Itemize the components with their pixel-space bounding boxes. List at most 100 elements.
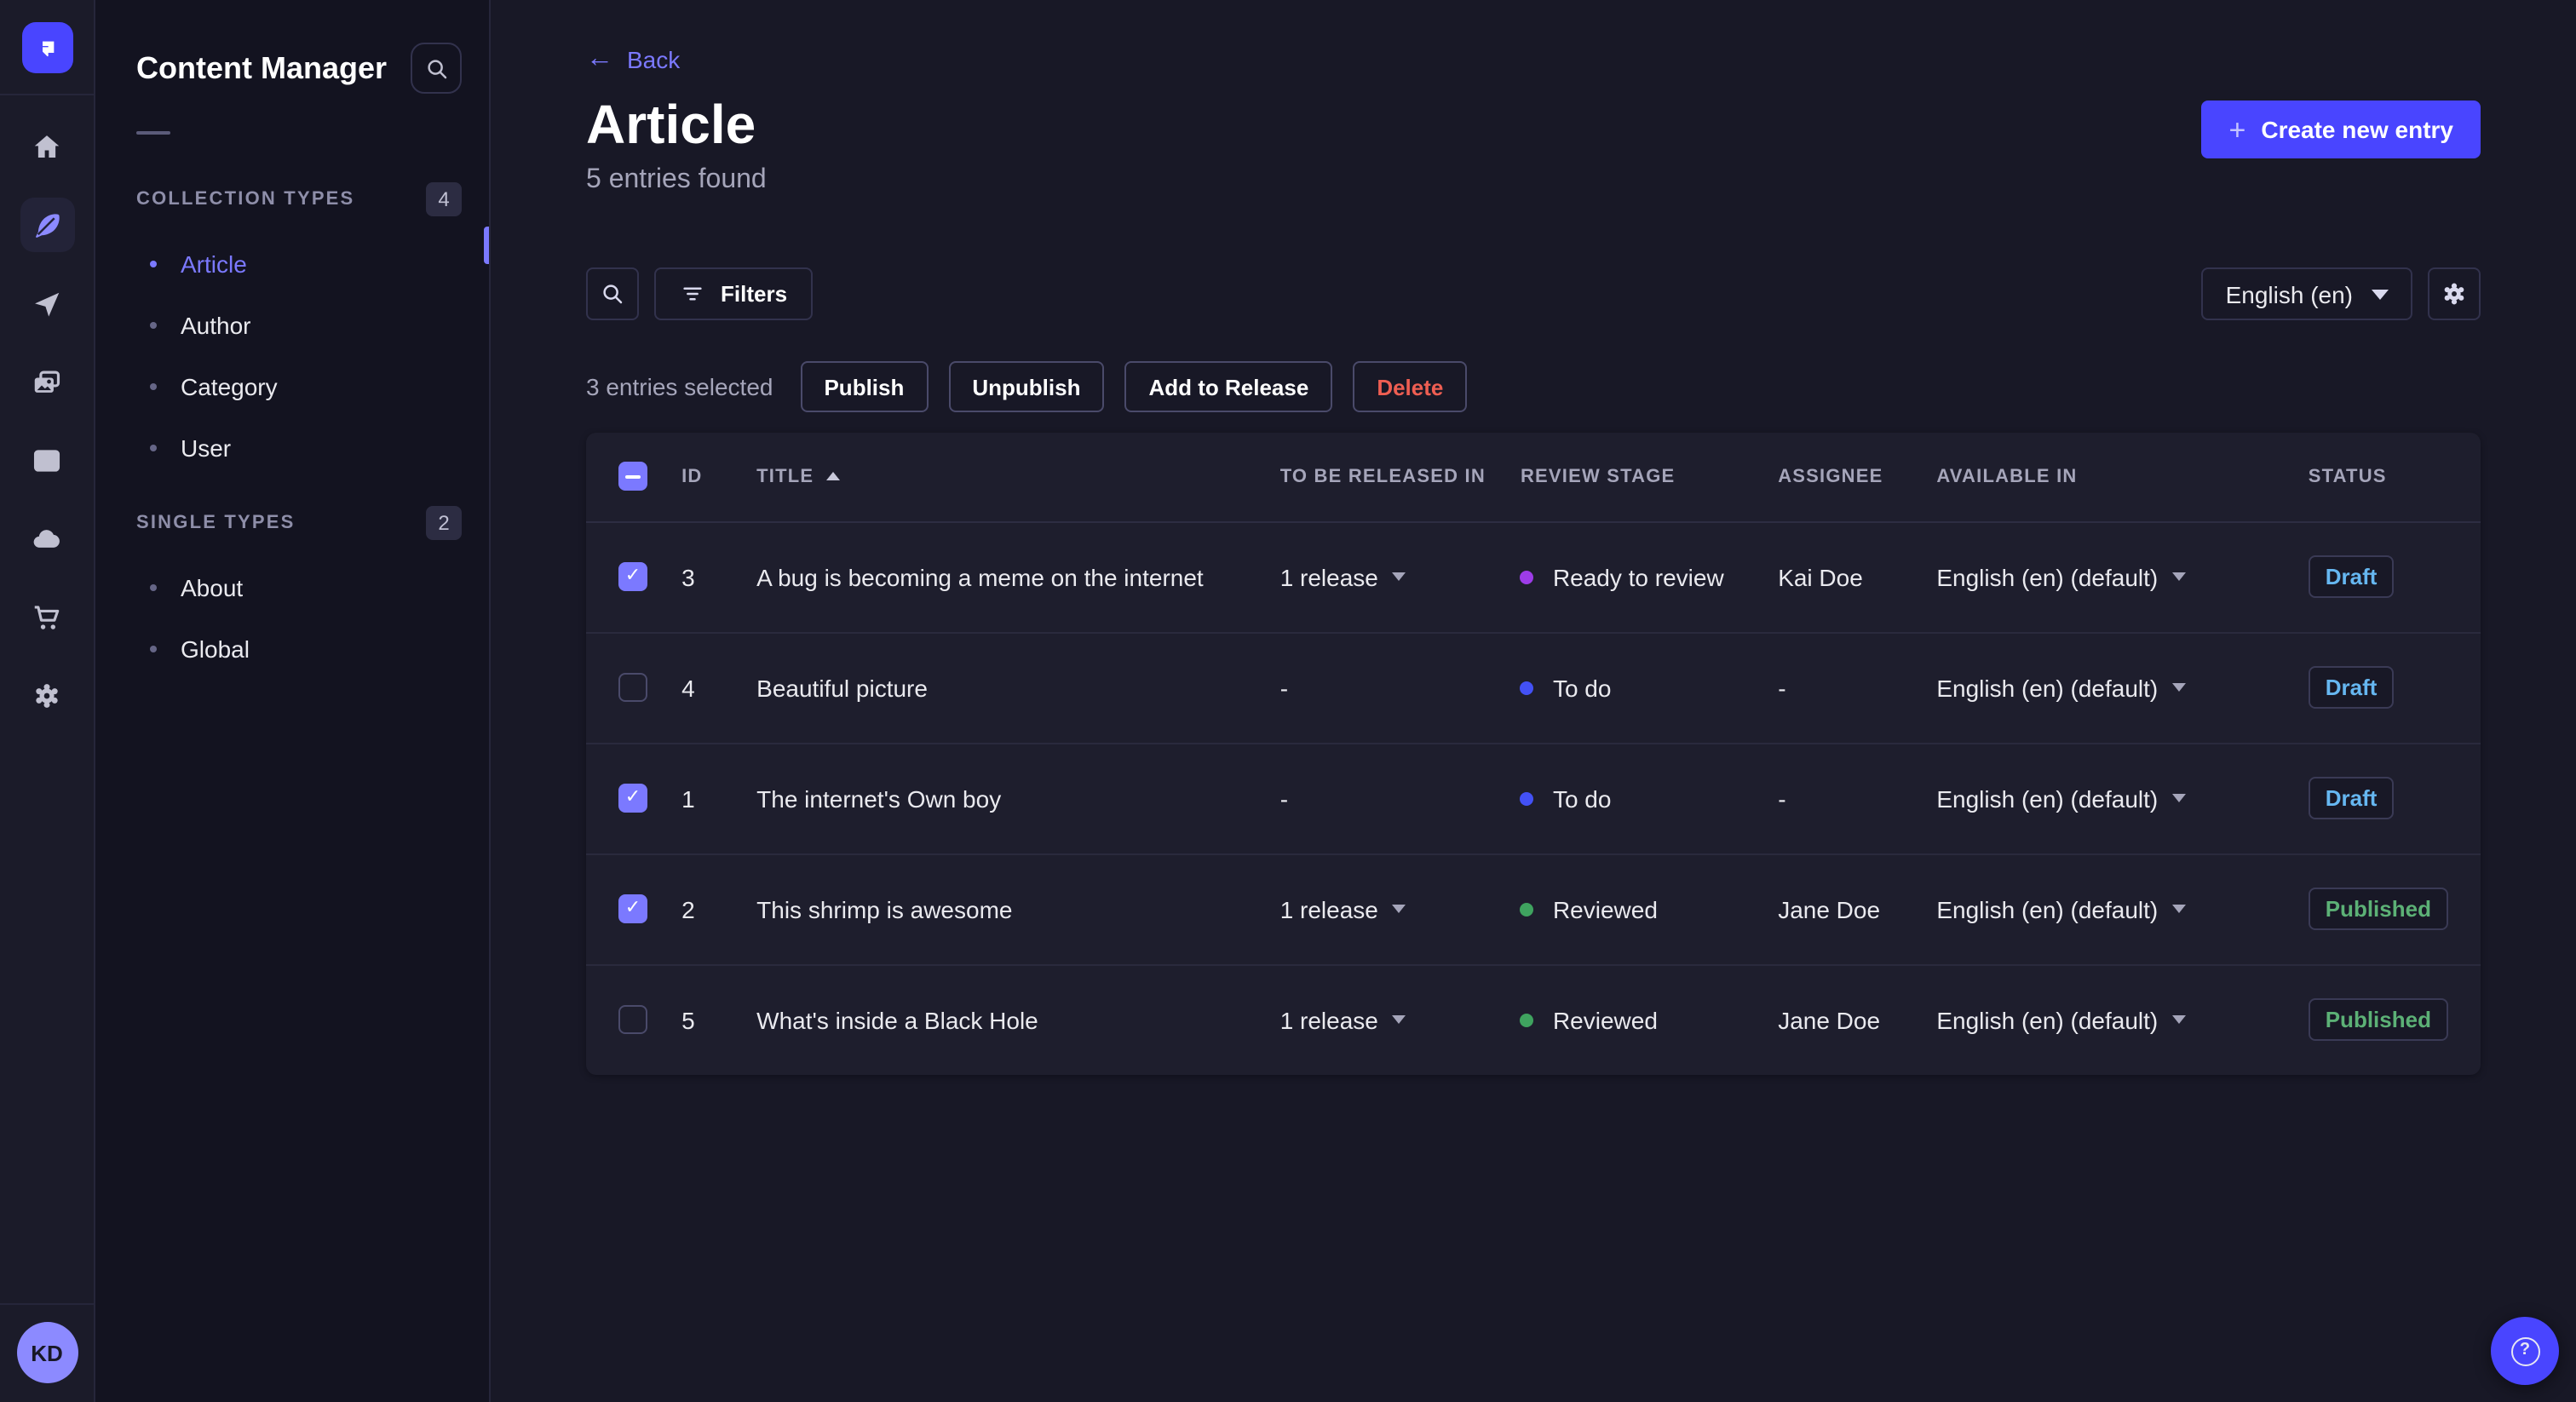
bullet-icon (150, 322, 157, 329)
bullet-icon (150, 646, 157, 652)
page-title: Article (586, 94, 756, 155)
assignee-value: Jane Doe (1778, 853, 1937, 964)
sidebar-item-article[interactable]: Article (136, 233, 462, 295)
back-link[interactable]: ← Back (586, 0, 680, 73)
column-header-id[interactable]: ID (681, 467, 702, 487)
table-row[interactable]: ✓ 1 The internet's Own boy - To do - Eng… (586, 742, 2481, 853)
create-new-entry-button[interactable]: + Create new entry (2201, 101, 2481, 158)
row-checkbox[interactable]: ✓ (618, 894, 647, 923)
releases-icon[interactable] (20, 276, 74, 330)
column-header-to-be-released-in[interactable]: TO BE RELEASED IN (1280, 467, 1486, 487)
search-button[interactable] (586, 267, 639, 320)
table-row[interactable]: ✓ 4 Beautiful picture - To do - English … (586, 631, 2481, 743)
sidebar-section-label: SINGLE TYPES (136, 513, 296, 533)
release-value: 1 release (1279, 895, 1378, 922)
locale-value: English (en) (default) (1936, 1006, 2159, 1034)
check-icon: ✓ (624, 566, 641, 586)
sidebar-item-global[interactable]: Global (136, 618, 462, 680)
select-all-checkbox[interactable] (618, 462, 647, 491)
chevron-down-icon (2171, 572, 2186, 581)
home-icon[interactable] (20, 119, 74, 174)
sidebar-section: SINGLE TYPES 2 About Global (136, 506, 462, 680)
bullet-icon (150, 383, 157, 390)
sidebar-item-label: Author (181, 312, 251, 339)
locale-value: English (en) (default) (1936, 784, 2159, 812)
release-dropdown[interactable]: 1 release (1280, 563, 1406, 590)
column-header-assignee[interactable]: ASSIGNEE (1778, 467, 1883, 487)
chevron-down-icon (2171, 1015, 2186, 1025)
row-title: A bug is becoming a meme on the internet (756, 563, 1204, 590)
stage-label: Reviewed (1552, 1006, 1658, 1034)
locale-dropdown[interactable]: English (en) (default) (1936, 784, 2186, 812)
main-nav-rail: KD (0, 0, 95, 1402)
row-title: The internet's Own boy (756, 742, 1280, 853)
status-badge: Draft (2308, 666, 2395, 709)
bullet-icon (150, 445, 157, 451)
create-new-entry-label: Create new entry (2261, 116, 2453, 143)
user-avatar[interactable]: KD (16, 1322, 78, 1383)
status-badge: Draft (2308, 777, 2395, 819)
bullet-icon (150, 584, 157, 591)
delete-button[interactable]: Delete (1353, 361, 1468, 412)
row-checkbox[interactable]: ✓ (618, 562, 647, 591)
sidebar-item-label: Article (181, 250, 247, 278)
check-icon: ✓ (624, 787, 641, 807)
sidebar-item-author[interactable]: Author (136, 295, 462, 356)
sidebar-item-label: About (181, 574, 244, 601)
unpublish-button[interactable]: Unpublish (948, 361, 1105, 412)
release-dropdown[interactable]: 1 release (1280, 1007, 1406, 1034)
indeterminate-dash-icon (625, 474, 641, 479)
settings-icon[interactable] (20, 668, 74, 722)
sidebar-item-label: Category (181, 373, 278, 400)
content-manager-icon[interactable] (20, 198, 74, 252)
stage-label: To do (1552, 784, 1612, 812)
release-dropdown[interactable]: - (1280, 674, 1288, 701)
strapi-logo[interactable] (21, 22, 72, 73)
table-row[interactable]: ✓ 3 A bug is becoming a meme on the inte… (586, 521, 2481, 632)
locale-dropdown[interactable]: English (en) (default) (1936, 1006, 2186, 1034)
entries-table: ID TITLE TO BE RELEASED IN REVIEW STAGE … (586, 433, 2481, 1075)
status-badge: Published (2308, 888, 2448, 930)
locale-dropdown[interactable]: English (en) (default) (1936, 674, 2186, 701)
chevron-down-icon (2372, 289, 2389, 299)
assignee-value: Jane Doe (1778, 963, 1937, 1075)
gear-icon (2444, 283, 2464, 305)
chevron-down-icon (2171, 794, 2186, 802)
release-value: - (1279, 784, 1289, 812)
column-header-review-stage[interactable]: REVIEW STAGE (1521, 467, 1675, 487)
column-header-available-in[interactable]: AVAILABLE IN (1936, 467, 2077, 487)
release-value: - (1279, 674, 1289, 701)
table-row[interactable]: ✓ 5 What's inside a Black Hole 1 release… (586, 963, 2481, 1075)
row-checkbox[interactable]: ✓ (618, 784, 647, 813)
sidebar-item-label: User (181, 434, 232, 462)
stage-dot (1520, 791, 1534, 805)
sidebar-item-list: Article Author Category User (136, 233, 462, 479)
locale-dropdown[interactable]: English (en) (default) (1936, 895, 2186, 922)
column-header-title[interactable]: TITLE (756, 467, 840, 487)
marketplace-icon[interactable] (20, 589, 74, 644)
row-checkbox[interactable]: ✓ (618, 673, 647, 702)
release-dropdown[interactable]: 1 release (1280, 895, 1406, 922)
sidebar-item-category[interactable]: Category (136, 356, 462, 417)
stage-dot (1520, 681, 1534, 694)
add-to-release-button[interactable]: Add to Release (1124, 361, 1333, 412)
release-dropdown[interactable]: - (1280, 784, 1288, 812)
locale-dropdown[interactable]: English (en) (default) (1936, 563, 2186, 590)
view-settings-button[interactable] (2428, 267, 2481, 320)
media-library-icon[interactable] (20, 354, 74, 409)
row-checkbox[interactable]: ✓ (618, 1005, 647, 1035)
locale-selected-value: English (en) (2225, 280, 2353, 307)
filters-button[interactable]: Filters (654, 267, 814, 320)
deploy-cloud-icon[interactable] (20, 511, 74, 566)
column-header-status[interactable]: STATUS (2309, 467, 2387, 487)
locale-value: English (en) (default) (1936, 674, 2159, 701)
content-type-builder-icon[interactable] (20, 433, 74, 487)
sidebar-search-button[interactable] (411, 43, 462, 94)
sidebar-item-about[interactable]: About (136, 557, 462, 618)
publish-button[interactable]: Publish (800, 361, 929, 412)
locale-select[interactable]: English (en) (2201, 267, 2412, 320)
table-row[interactable]: ✓ 2 This shrimp is awesome 1 release Rev… (586, 853, 2481, 964)
release-value: 1 release (1279, 1006, 1378, 1034)
help-button[interactable]: ? (2491, 1317, 2559, 1385)
sidebar-item-user[interactable]: User (136, 417, 462, 479)
